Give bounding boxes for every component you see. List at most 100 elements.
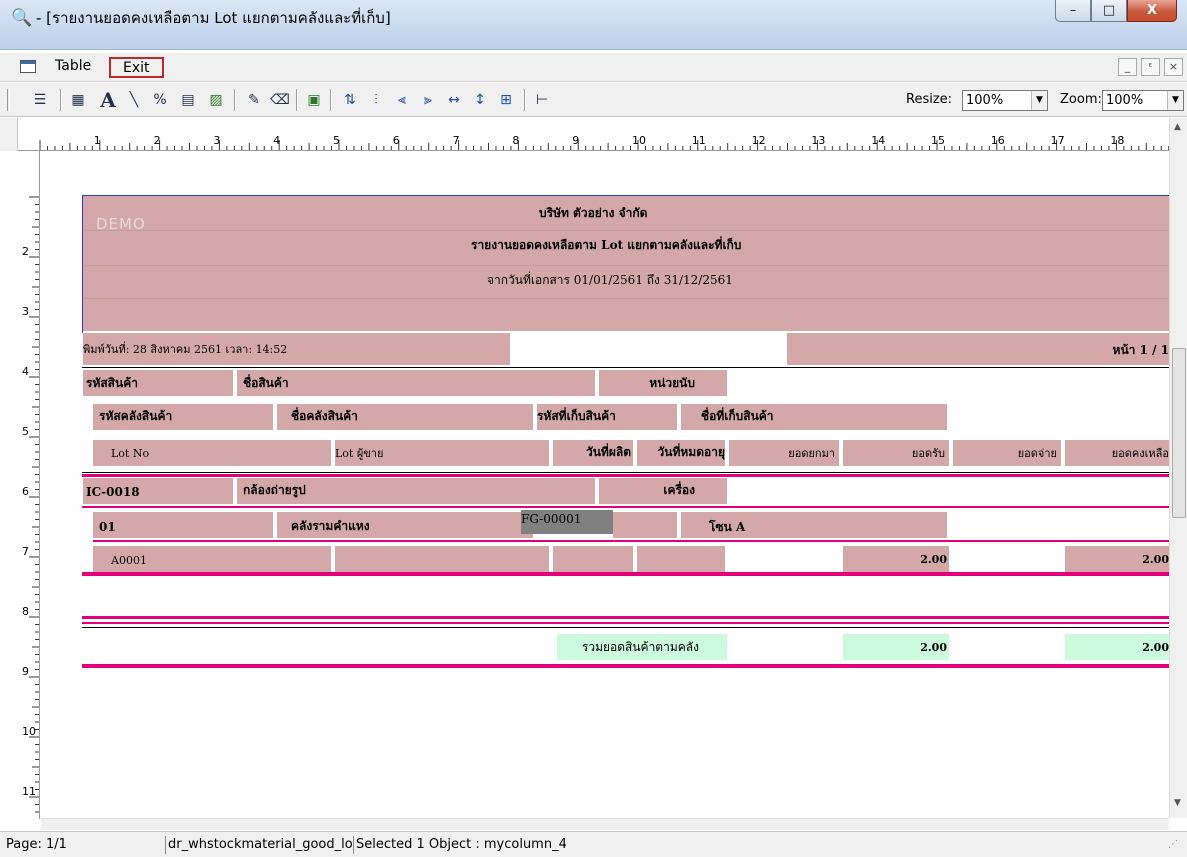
header-exp-date: วันที่หมดอายุ — [657, 445, 725, 459]
resize-label: Resize: — [906, 92, 953, 107]
height-icon[interactable]: ↕ — [470, 90, 490, 110]
align-icon[interactable]: ☰ — [30, 90, 50, 110]
window-controls: – □ X — [1055, 0, 1177, 22]
product-code: IC-0018 — [86, 485, 140, 499]
header-product-code: รหัสสินค้า — [86, 376, 138, 390]
report-canvas[interactable]: DEMO บริษัท ตัวอย่าง จำกัด รายงานยอดคงเห… — [41, 152, 1169, 818]
ruler-label: 9 — [22, 665, 29, 678]
print-date: พิมพ์วันที่: 28 สิงหาคม 2561 เวลา: 14:52 — [83, 343, 288, 356]
header-received: ยอดรับ — [911, 447, 945, 460]
horizontal-ruler: 12345678910111213141516171819 — [18, 118, 1178, 151]
exp-date-cell[interactable] — [637, 546, 725, 572]
divider — [82, 472, 1169, 473]
sort-icon[interactable]: ⇅ — [340, 90, 360, 110]
picture-icon[interactable]: ▨ — [206, 90, 226, 110]
resize-select[interactable]: 100% ▼ — [962, 90, 1048, 111]
chevron-down-icon[interactable]: ▼ — [1031, 91, 1047, 110]
ruler-label: 10 — [632, 134, 646, 147]
scroll-up-icon[interactable]: ▲ — [1174, 122, 1181, 132]
line-icon[interactable]: ╲ — [124, 90, 144, 110]
minimize-button[interactable]: – — [1055, 0, 1091, 22]
spacing-icon[interactable]: ⫸ — [418, 90, 438, 110]
mfg-date-cell[interactable] — [553, 546, 633, 572]
status-separator — [165, 836, 166, 854]
divider — [82, 622, 1169, 624]
divider — [82, 572, 1169, 576]
divider — [83, 265, 1169, 266]
status-separator — [353, 836, 354, 854]
width-icon[interactable]: ↔ — [444, 90, 464, 110]
text-icon[interactable]: A — [98, 90, 118, 110]
warehouse-code-cell[interactable] — [93, 512, 273, 538]
header-unit: หน่วยนับ — [649, 376, 695, 390]
ruler-corner — [0, 118, 18, 151]
header-issued: ยอดจ่าย — [1017, 447, 1057, 460]
product-unit: เครื่อง — [663, 483, 695, 497]
grid-icon[interactable]: ▦ — [68, 90, 88, 110]
header-cell[interactable] — [237, 370, 595, 396]
group-icon[interactable]: ⫶ — [366, 90, 386, 110]
maximize-button[interactable]: □ — [1091, 0, 1127, 22]
chart-icon[interactable]: ▣ — [304, 90, 324, 110]
percent-icon[interactable]: % — [150, 90, 170, 110]
ruler-label: 9 — [572, 134, 579, 147]
vertical-ruler: 2 3 4 5 6 7 8 9 10 11 — [0, 151, 40, 819]
lot-received: 2.00 — [920, 553, 947, 566]
ruler-label: 2 — [154, 134, 161, 147]
resize-grip-icon[interactable]: ⋰ — [1168, 836, 1184, 854]
ruler-ticks: 2 3 4 5 6 7 8 9 10 11 — [22, 196, 39, 813]
mdi-close-button[interactable]: × — [1164, 58, 1183, 76]
zoom-label: Zoom: — [1060, 92, 1102, 107]
zoom-select[interactable]: 100% ▼ — [1102, 90, 1184, 111]
header-warehouse-code: รหัสคลังสินค้า — [99, 409, 173, 423]
mdi-restore-button[interactable]: ᵋ — [1141, 58, 1160, 76]
horizontal-scrollbar[interactable] — [41, 818, 1169, 830]
divider — [82, 664, 1169, 668]
ruler-label: 6 — [393, 134, 400, 147]
mdi-minimize-button[interactable]: _ — [1118, 58, 1137, 76]
mdi-controls: _ ᵋ × — [1118, 58, 1183, 76]
toolbar-separator — [524, 89, 526, 111]
vendor-lot-cell[interactable] — [335, 546, 549, 572]
note-icon[interactable]: ✎ — [244, 90, 264, 110]
warehouse-code: 01 — [99, 520, 116, 534]
close-button[interactable]: X — [1127, 0, 1177, 22]
divider — [82, 367, 1169, 368]
menu-table[interactable]: Table — [50, 57, 96, 78]
eraser-icon[interactable]: ⌫ — [270, 90, 290, 110]
company-name[interactable]: บริษัท ตัวอย่าง จำกัด — [539, 205, 647, 221]
ruler-label: 8 — [512, 134, 519, 147]
size-icon[interactable]: ⊞ — [496, 90, 516, 110]
scrollbar-thumb[interactable] — [1172, 348, 1186, 518]
report-title[interactable]: รายงานยอดคงเหลือตาม Lot แยกตามคลังและที่… — [471, 237, 741, 253]
ruler-label: 14 — [871, 134, 885, 147]
ruler-label: 7 — [453, 134, 460, 147]
total-balance: 2.00 — [1142, 641, 1169, 654]
align-right-icon[interactable]: ⊢ — [532, 90, 552, 110]
vertical-scrollbar[interactable]: ▲ ▼ — [1169, 118, 1187, 818]
document-icon[interactable] — [20, 60, 36, 73]
location-cell[interactable] — [613, 512, 677, 538]
menu-exit[interactable]: Exit — [109, 57, 164, 78]
status-object: dr_whstockmaterial_good_lotnewlocat — [168, 837, 352, 852]
header-location-name: ชื่อที่เก็บสินค้า — [701, 409, 774, 423]
ruler-label: 2 — [22, 245, 29, 258]
ruler-label: 18 — [1110, 134, 1124, 147]
ruler-label: 5 — [333, 134, 340, 147]
status-page: Page: 1/1 — [6, 837, 67, 852]
location-name: โซน A — [709, 520, 746, 534]
header-location-code: รหัสที่เก็บสินค้า — [537, 409, 616, 423]
scroll-down-icon[interactable]: ▼ — [1174, 798, 1181, 808]
lot-balance: 2.00 — [1142, 553, 1169, 566]
divider — [83, 230, 1169, 231]
ruler-label: 11 — [22, 785, 36, 798]
date-range[interactable]: จากวันที่เอกสาร 01/01/2561 ถึง 31/12/256… — [487, 272, 733, 288]
chevron-down-icon[interactable]: ▼ — [1167, 91, 1183, 110]
toolbar-grip[interactable] — [7, 89, 10, 111]
ruler-label: 3 — [22, 305, 29, 318]
table-icon[interactable]: ▤ — [178, 90, 198, 110]
distribute-icon[interactable]: ⫷ — [392, 90, 412, 110]
toolbar-separator — [60, 89, 62, 111]
menu-bar: Table Exit _ ᵋ × — [0, 53, 1187, 82]
resize-value: 100% — [966, 93, 1004, 108]
